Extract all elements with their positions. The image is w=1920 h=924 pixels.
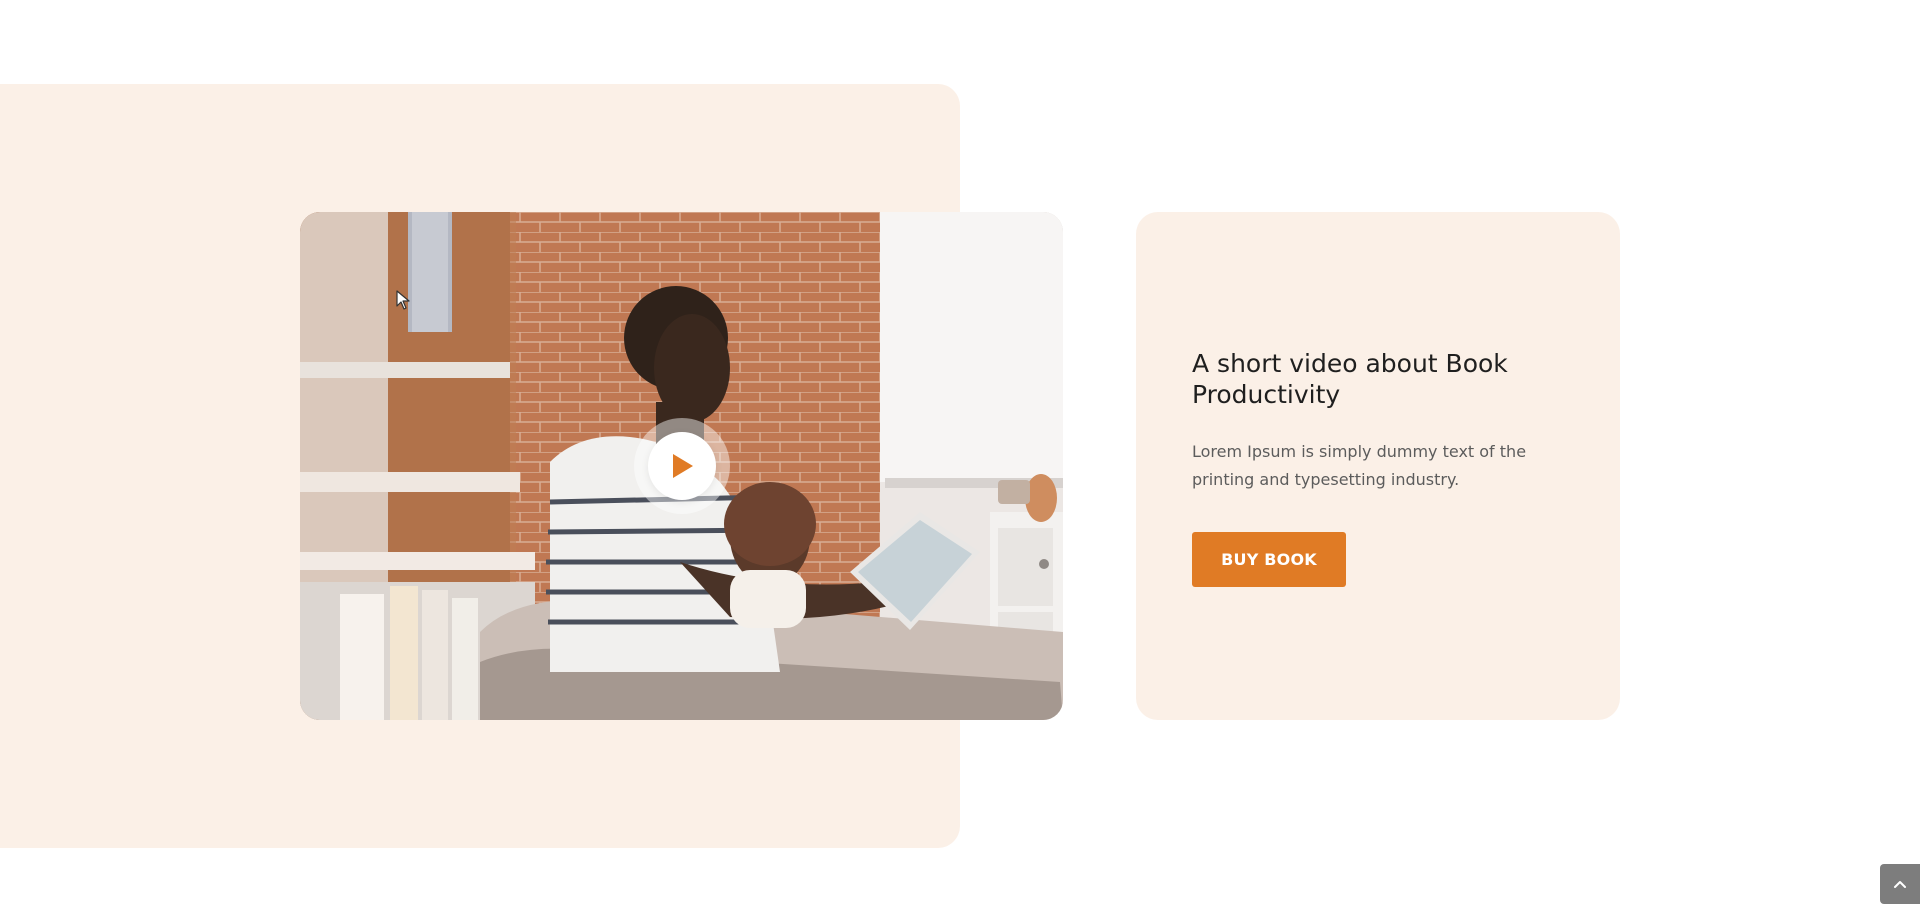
info-card: A short video about Book Productivity Lo…	[1136, 212, 1620, 720]
section-title: A short video about Book Productivity	[1192, 349, 1508, 409]
play-button-inner[interactable]	[647, 432, 716, 500]
section-description: Lorem Ipsum is simply dummy text of the …	[1192, 442, 1527, 489]
buy-book-button[interactable]: BUY BOOK	[1192, 532, 1346, 587]
play-button[interactable]	[633, 418, 730, 514]
scroll-top-button[interactable]	[1880, 864, 1920, 904]
chevron-up-icon	[1894, 881, 1906, 888]
play-icon	[672, 454, 693, 478]
page: A short video about Book Productivity Lo…	[0, 0, 1920, 924]
video-thumbnail[interactable]	[300, 212, 1063, 720]
